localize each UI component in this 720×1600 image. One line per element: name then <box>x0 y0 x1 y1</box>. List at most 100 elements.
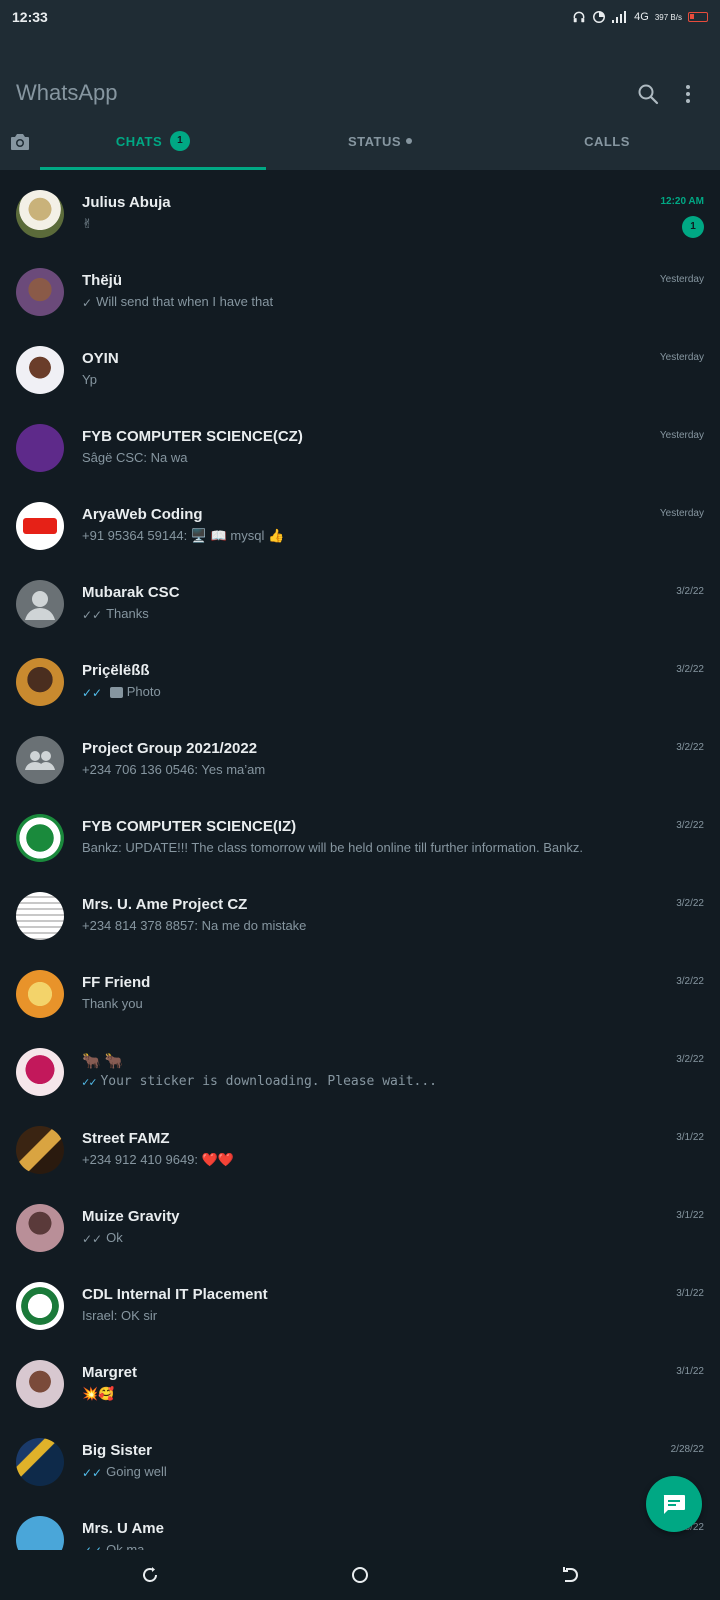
chat-row[interactable]: CDL Internal IT Placement Israel: OK sir… <box>0 1262 720 1340</box>
data-saver-icon <box>593 11 606 23</box>
avatar[interactable] <box>16 1438 64 1486</box>
tab-chats[interactable]: CHATS 1 <box>40 130 266 170</box>
chat-row[interactable]: Street FAMZ +234 912 410 9649: ❤️❤️ 3/1/… <box>0 1106 720 1184</box>
chat-name: FYB COMPUTER SCIENCE(IZ) <box>82 818 297 835</box>
chat-time: 3/2/22 <box>676 820 704 831</box>
avatar[interactable] <box>16 424 64 472</box>
chat-message: Yp <box>82 372 97 387</box>
avatar[interactable] <box>16 814 64 862</box>
chat-row[interactable]: 🐂 🐂 ✓✓ Your sticker is downloading. Pleas… <box>0 1028 720 1106</box>
chat-row[interactable]: FYB COMPUTER SCIENCE(IZ) Bankz: UPDATE!!… <box>0 794 720 872</box>
tab-status[interactable]: STATUS <box>266 130 494 170</box>
chat-message: Thanks <box>106 606 149 621</box>
more-options-icon[interactable] <box>682 82 694 106</box>
chat-row[interactable]: FYB COMPUTER SCIENCE(CZ) Sâgë CSC: Na wa… <box>0 404 720 482</box>
chat-message-wrap: ✓✓ Your sticker is downloading. Please wa… <box>82 1074 437 1089</box>
chat-name: Big Sister <box>82 1442 153 1459</box>
avatar[interactable] <box>16 892 64 940</box>
avatar[interactable] <box>16 970 64 1018</box>
chat-time: Yesterday <box>659 274 704 285</box>
chat-name: FYB COMPUTER SCIENCE(CZ) <box>82 428 303 445</box>
chat-name: Street FAMZ <box>82 1130 170 1147</box>
avatar[interactable] <box>16 1516 64 1550</box>
status-icons: 4G 397 B/s <box>572 10 708 24</box>
chat-row[interactable]: OYIN Yp Yesterday <box>0 326 720 404</box>
chat-message-wrap: ✓ Will send that when I have that <box>82 294 273 310</box>
recent-apps-icon[interactable] <box>140 1565 160 1585</box>
chat-time: 3/2/22 <box>676 664 704 675</box>
chat-time: 2/28/22 <box>670 1444 704 1455</box>
chat-time: 12:20 AM <box>660 196 704 207</box>
chat-row[interactable]: Priçëlëßß ✓✓ Photo 3/2/22 <box>0 638 720 716</box>
network-speed: 397 B/s <box>654 12 682 22</box>
signal-icon <box>612 11 627 23</box>
avatar[interactable] <box>16 1204 64 1252</box>
avatar[interactable] <box>16 346 64 394</box>
chat-time: 3/1/22 <box>676 1132 704 1143</box>
tab-calls[interactable]: CALLS <box>494 130 720 170</box>
home-icon[interactable] <box>350 1565 370 1585</box>
chat-time: 3/2/22 <box>676 898 704 909</box>
chat-message: Thank you <box>82 996 143 1011</box>
chat-message: +234 814 378 8857: Na me do mistake <box>82 918 307 933</box>
back-icon[interactable] <box>560 1565 580 1585</box>
avatar[interactable] <box>16 580 64 628</box>
unread-badge: 1 <box>682 216 704 238</box>
avatar[interactable] <box>16 502 64 550</box>
double-tick-read-icon: ✓✓ <box>82 1074 97 1089</box>
avatar[interactable] <box>16 190 64 238</box>
chat-row[interactable]: Big Sister ✓✓ Going well 2/28/22 <box>0 1418 720 1496</box>
chat-name: Muize Gravity <box>82 1208 180 1225</box>
chat-message: Your sticker is downloading. Please wait… <box>100 1074 437 1089</box>
group-icon <box>25 751 55 770</box>
chat-message: 💥🥰 <box>82 1386 115 1401</box>
chat-row[interactable]: Muize Gravity ✓✓ Ok 3/1/22 <box>0 1184 720 1262</box>
status-time: 12:33 <box>12 9 48 25</box>
chat-message: Bankz: UPDATE!!! The class tomorrow will… <box>82 840 583 855</box>
chat-row[interactable]: Mubarak CSC ✓✓ Thanks 3/2/22 <box>0 560 720 638</box>
chat-list: Julius Abuja ✌ 12:20 AM 1 Thëjü ✓ Will se… <box>0 170 720 1550</box>
chat-time: 3/2/22 <box>676 586 704 597</box>
chat-row[interactable]: Mrs. U Ame ✓✓Ok ma 2/28/22 <box>0 1496 720 1550</box>
headphones-icon <box>573 11 585 23</box>
chat-row[interactable]: AryaWeb Coding +91 95364 59144: 🖥️ 📖 mys… <box>0 482 720 560</box>
chat-time: 3/2/22 <box>676 976 704 987</box>
avatar[interactable] <box>16 658 64 706</box>
avatar[interactable] <box>16 1282 64 1330</box>
chat-name: Thëjü <box>82 272 122 289</box>
new-chat-button[interactable] <box>646 1476 702 1532</box>
avatar[interactable] <box>16 268 64 316</box>
chat-name: Project Group 2021/2022 <box>82 740 258 757</box>
tab-calls-label: CALLS <box>584 134 630 149</box>
chat-message: Going well <box>106 1464 167 1479</box>
chat-message: Israel: OK sir <box>82 1308 158 1323</box>
network-type: 4G <box>634 11 649 23</box>
status-dot-icon <box>406 138 413 144</box>
chat-row[interactable]: Julius Abuja ✌ 12:20 AM 1 <box>0 170 720 248</box>
chat-name: FF Friend <box>82 974 151 991</box>
avatar[interactable] <box>16 736 64 784</box>
chat-name: Mrs. U Ame <box>82 1520 164 1537</box>
chat-time: 3/1/22 <box>676 1366 704 1377</box>
avatar[interactable] <box>16 1048 64 1096</box>
camera-icon[interactable] <box>8 130 32 154</box>
single-tick-icon: ✓ <box>82 295 93 310</box>
chat-name: 🐂 🐂 <box>82 1053 124 1070</box>
tab-bar: CHATS 1 STATUS CALLS <box>0 130 720 170</box>
photo-icon <box>109 687 123 699</box>
default-person-icon <box>25 591 55 620</box>
chat-message-wrap: ✓✓ Photo <box>82 684 161 700</box>
chat-time: Yesterday <box>659 352 704 363</box>
avatar[interactable] <box>16 1360 64 1408</box>
search-icon[interactable] <box>636 82 660 106</box>
chat-row[interactable]: Margret 💥🥰 3/1/22 <box>0 1340 720 1418</box>
double-tick-icon: ✓✓ <box>82 607 103 622</box>
chat-row[interactable]: FF Friend Thank you 3/2/22 <box>0 950 720 1028</box>
chat-row[interactable]: Mrs. U. Ame Project CZ +234 814 378 8857… <box>0 872 720 950</box>
chat-name: Margret <box>82 1364 138 1381</box>
avatar[interactable] <box>16 1126 64 1174</box>
tab-chats-label: CHATS <box>115 134 163 149</box>
chat-row[interactable]: Thëjü ✓ Will send that when I have that Y… <box>0 248 720 326</box>
chat-time: Yesterday <box>659 508 704 519</box>
chat-row[interactable]: Project Group 2021/2022 +234 706 136 054… <box>0 716 720 794</box>
